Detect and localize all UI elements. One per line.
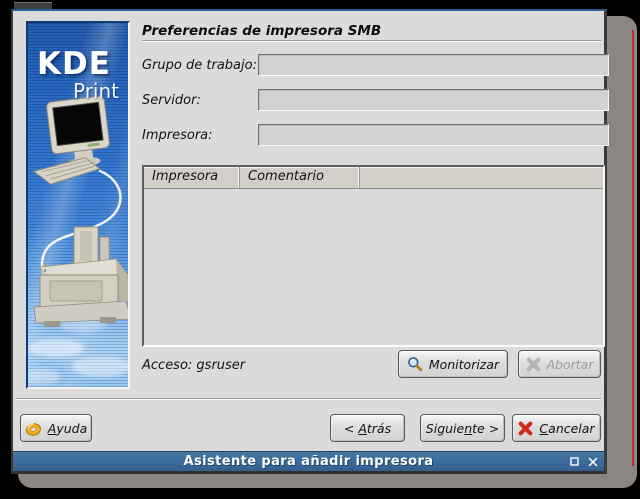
help-button-label: Ayuda	[48, 421, 87, 436]
abort-button: Abortar	[518, 350, 601, 378]
window-titlebar[interactable]: Asistente para añadir impresora	[13, 451, 604, 471]
column-header-filler	[360, 167, 603, 188]
next-button[interactable]: Siguiente >	[420, 414, 505, 442]
screenshot-root: KDE Print Preferencias de impresora SMB …	[0, 0, 640, 499]
magnifier-icon	[407, 356, 423, 372]
page-title: Preferencias de impresora SMB	[142, 23, 381, 39]
workgroup-label: Grupo de trabajo:	[142, 58, 257, 73]
help-ring-icon	[25, 420, 42, 437]
server-input[interactable]	[258, 89, 609, 111]
maximize-button[interactable]	[569, 456, 580, 467]
back-button-label: < Atrás	[344, 421, 391, 436]
back-button[interactable]: < Atrás	[330, 414, 405, 442]
titlebar-buttons	[569, 452, 598, 471]
workgroup-input[interactable]	[258, 54, 609, 76]
printer-label: Impresora:	[142, 128, 213, 143]
wizard-window: KDE Print Preferencias de impresora SMB …	[11, 9, 607, 474]
cancel-x-icon	[518, 421, 533, 436]
column-header-comentario[interactable]: Comentario	[240, 167, 360, 188]
access-user-label: Acceso: gsruser	[142, 358, 245, 373]
clouds-art	[28, 318, 128, 385]
next-button-label: Siguiente >	[426, 421, 499, 436]
printer-list[interactable]: Impresora Comentario	[142, 165, 605, 347]
monitor-button[interactable]: Monitorizar	[398, 350, 508, 378]
cancel-button-label: Cancelar	[539, 421, 594, 436]
column-header-impresora[interactable]: Impresora	[144, 167, 240, 188]
footer-divider	[16, 398, 601, 400]
abort-x-icon	[526, 357, 541, 372]
printer-list-header: Impresora Comentario	[144, 167, 603, 189]
cancel-button[interactable]: Cancelar	[512, 414, 601, 442]
close-icon	[588, 457, 598, 467]
server-label: Servidor:	[142, 93, 201, 108]
printer-list-body[interactable]	[144, 189, 603, 343]
kde-logo-text: KDE	[37, 49, 111, 80]
printer-art	[34, 227, 128, 327]
print-logo-text: Print	[73, 81, 119, 101]
maximize-icon	[570, 457, 579, 466]
abort-button-label: Abortar	[547, 357, 594, 372]
printer-input[interactable]	[258, 124, 609, 146]
window-title: Asistente para añadir impresora	[13, 454, 604, 469]
heading-divider	[142, 40, 601, 42]
close-button[interactable]	[587, 456, 598, 467]
sidebar-kdeprint-panel: KDE Print	[26, 21, 130, 389]
desktop-red-edge	[632, 30, 634, 466]
monitor-button-label: Monitorizar	[429, 357, 499, 372]
help-button[interactable]: Ayuda	[20, 414, 92, 442]
